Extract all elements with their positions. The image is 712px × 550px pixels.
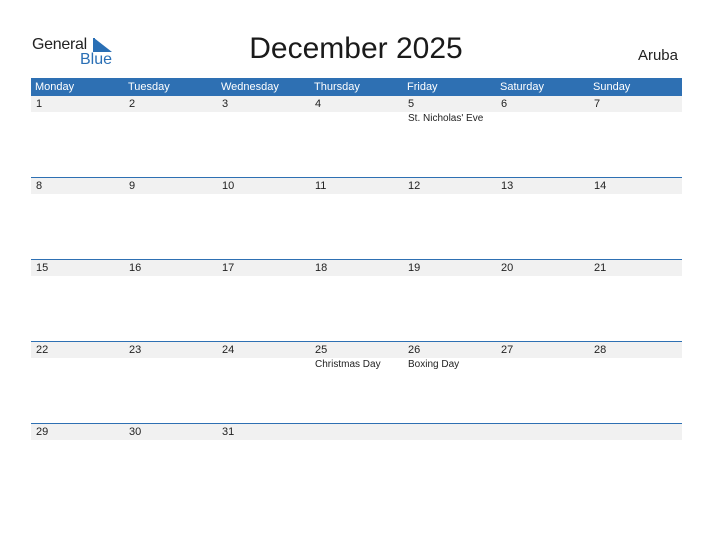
date-number <box>403 424 496 440</box>
holiday-label: Boxing Day <box>408 359 460 370</box>
holiday-label <box>496 112 589 126</box>
date-number: 6 <box>501 98 508 110</box>
date-number: 19 <box>408 262 421 274</box>
date-number: 8 <box>36 180 43 192</box>
date-number: 12 <box>408 180 421 192</box>
weekday-monday: Monday <box>35 81 75 93</box>
date-number <box>496 424 589 440</box>
weekday-header: Monday Tuesday Wednesday Thursday Friday… <box>31 78 682 96</box>
date-number: 5 <box>408 98 415 110</box>
date-number: 10 <box>222 180 235 192</box>
date-number: 15 <box>36 262 49 274</box>
date-number: 1 <box>36 98 43 110</box>
date-number-row: 22 23 24 25 26 27 28 <box>31 342 682 358</box>
date-number: 20 <box>501 262 514 274</box>
date-number: 3 <box>222 98 229 110</box>
date-number: 16 <box>129 262 142 274</box>
date-number: 7 <box>594 98 601 110</box>
holiday-row: St. Nicholas' Eve <box>31 112 682 126</box>
holiday-label <box>217 358 310 372</box>
date-number: 24 <box>222 344 235 356</box>
holiday-label <box>124 358 217 372</box>
weekday-thursday: Thursday <box>314 81 360 93</box>
date-number: 18 <box>315 262 328 274</box>
week-row: 8 9 10 11 12 13 14 <box>31 177 682 259</box>
week-row: 22 23 24 25 26 27 28 Christmas Day Boxing Day <box>31 341 682 423</box>
date-number: 25 <box>315 344 328 356</box>
date-number: 22 <box>36 344 49 356</box>
weekday-tuesday: Tuesday <box>128 81 170 93</box>
weekday-sunday: Sunday <box>593 81 631 93</box>
date-number: 17 <box>222 262 235 274</box>
date-number: 31 <box>222 426 235 438</box>
weekday-saturday: Saturday <box>500 81 545 93</box>
week-row: 15 16 17 18 19 20 21 <box>31 259 682 341</box>
date-number <box>589 424 682 440</box>
holiday-label <box>310 112 403 126</box>
holiday-label <box>31 358 124 372</box>
holiday-label: St. Nicholas' Eve <box>408 113 484 124</box>
calendar-title: December 2025 <box>249 32 463 65</box>
holiday-label <box>124 112 217 126</box>
date-number: 11 <box>315 180 327 192</box>
date-number-row: 15 16 17 18 19 20 21 <box>31 260 682 276</box>
date-number: 21 <box>594 262 607 274</box>
holiday-label: Christmas Day <box>315 359 381 370</box>
date-number: 26 <box>408 344 421 356</box>
date-number: 30 <box>129 426 142 438</box>
date-number-row: 29 30 31 <box>31 424 682 440</box>
holiday-label <box>589 358 682 372</box>
date-number-row: 1 2 3 4 5 6 7 <box>31 96 682 112</box>
weeks-container: 1 2 3 4 5 6 7 St. Nicholas' Eve 8 9 10 11 12 13 14 15 16… <box>31 96 682 505</box>
holiday-label <box>31 112 124 126</box>
holiday-label <box>589 112 682 126</box>
date-number: 14 <box>594 180 607 192</box>
week-row: 29 30 31 <box>31 423 682 505</box>
weekday-friday: Friday <box>407 81 438 93</box>
date-number: 9 <box>129 180 136 192</box>
week-row: 1 2 3 4 5 6 7 St. Nicholas' Eve <box>31 96 682 177</box>
date-number-row: 8 9 10 11 12 13 14 <box>31 178 682 194</box>
holiday-label <box>496 358 589 372</box>
calendar-grid: Monday Tuesday Wednesday Thursday Friday… <box>31 78 682 505</box>
date-number: 23 <box>129 344 142 356</box>
date-number: 29 <box>36 426 49 438</box>
date-number <box>310 424 403 440</box>
holiday-label <box>217 112 310 126</box>
date-number: 27 <box>501 344 514 356</box>
date-number: 28 <box>594 344 607 356</box>
date-number: 2 <box>129 98 136 110</box>
date-number: 13 <box>501 180 514 192</box>
date-number: 4 <box>315 98 322 110</box>
holiday-row: Christmas Day Boxing Day <box>31 358 682 372</box>
country-label: Aruba <box>637 47 678 64</box>
weekday-wednesday: Wednesday <box>221 81 279 93</box>
